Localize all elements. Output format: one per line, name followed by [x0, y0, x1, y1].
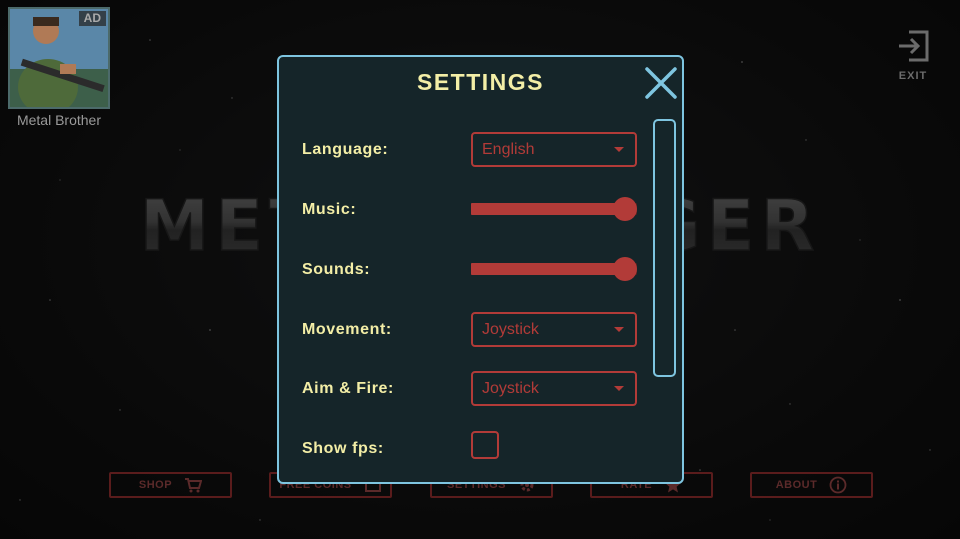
movement-dropdown[interactable]: Joystick — [471, 312, 637, 347]
language-value: English — [482, 141, 535, 158]
shop-button[interactable]: SHOP — [109, 472, 232, 498]
info-icon — [829, 476, 847, 494]
close-button[interactable] — [643, 65, 679, 101]
settings-scrollbar[interactable] — [653, 119, 676, 377]
shop-label: SHOP — [138, 479, 173, 491]
language-dropdown[interactable]: English — [471, 132, 637, 167]
sounds-slider[interactable] — [471, 257, 637, 281]
exit-label: EXIT — [898, 70, 928, 82]
chevron-down-icon — [614, 147, 624, 152]
music-slider-fill — [471, 203, 625, 215]
about-label: ABOUT — [775, 479, 818, 491]
aim-fire-dropdown[interactable]: Joystick — [471, 371, 637, 406]
exit-icon — [899, 30, 929, 62]
aim-fire-label: Aim & Fire: — [302, 380, 394, 397]
music-label: Music: — [302, 201, 357, 218]
settings-dialog: SETTINGS Language: English Music: Sounds… — [277, 55, 684, 484]
language-label: Language: — [302, 141, 389, 158]
settings-title: SETTINGS — [416, 69, 544, 95]
sounds-slider-handle[interactable] — [613, 257, 637, 281]
movement-value: Joystick — [482, 321, 539, 338]
show-fps-label: Show fps: — [302, 440, 384, 457]
music-slider[interactable] — [471, 197, 637, 221]
about-button[interactable]: ABOUT — [750, 472, 873, 498]
ad-game-name: Metal Brother — [16, 112, 102, 128]
exit-button[interactable]: EXIT — [892, 28, 934, 88]
chevron-down-icon — [614, 327, 624, 332]
cart-icon — [184, 476, 203, 494]
ad-badge: AD — [78, 11, 106, 26]
aim-fire-value: Joystick — [482, 380, 539, 397]
close-icon — [645, 67, 677, 99]
chevron-down-icon — [614, 386, 624, 391]
movement-label: Movement: — [302, 321, 392, 338]
show-fps-checkbox[interactable] — [471, 431, 499, 459]
music-slider-handle[interactable] — [613, 197, 637, 221]
sounds-slider-fill — [471, 263, 625, 275]
sounds-label: Sounds: — [302, 261, 371, 278]
ad-game-thumbnail[interactable]: AD — [8, 7, 110, 109]
